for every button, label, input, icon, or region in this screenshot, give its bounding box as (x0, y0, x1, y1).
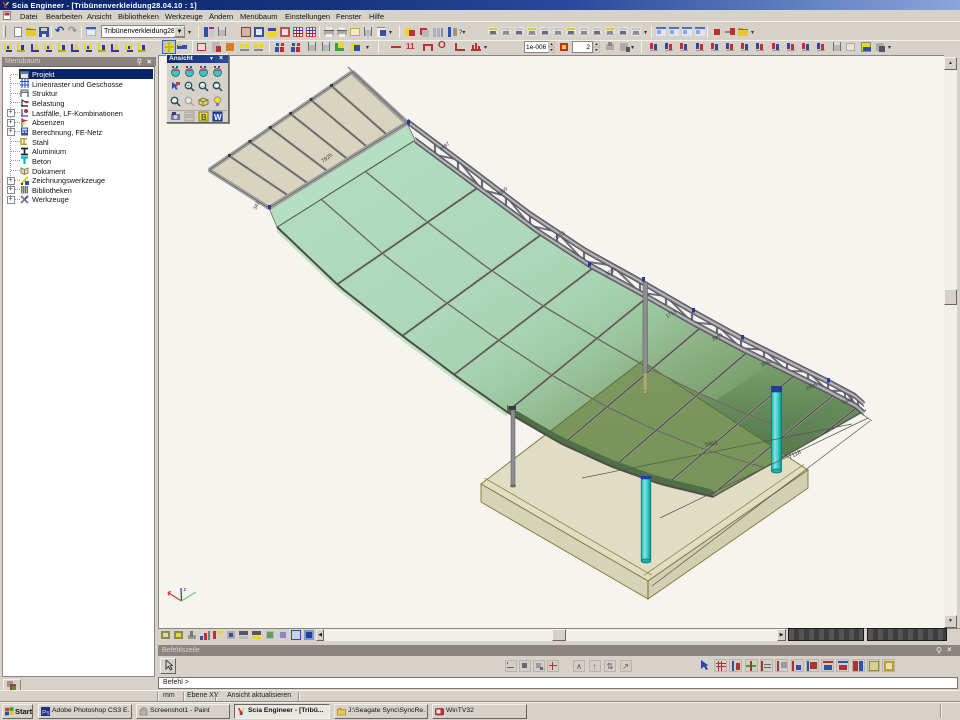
svg-text:z: z (184, 587, 187, 593)
svg-text:❐: ❐ (215, 83, 221, 90)
svg-text:+: + (187, 84, 191, 90)
svg-text:B: B (201, 113, 207, 122)
svg-text:−: − (201, 84, 205, 90)
svg-text:Ps: Ps (42, 710, 50, 717)
svg-text:W: W (214, 113, 222, 122)
svg-text:↔: ↔ (173, 99, 179, 105)
